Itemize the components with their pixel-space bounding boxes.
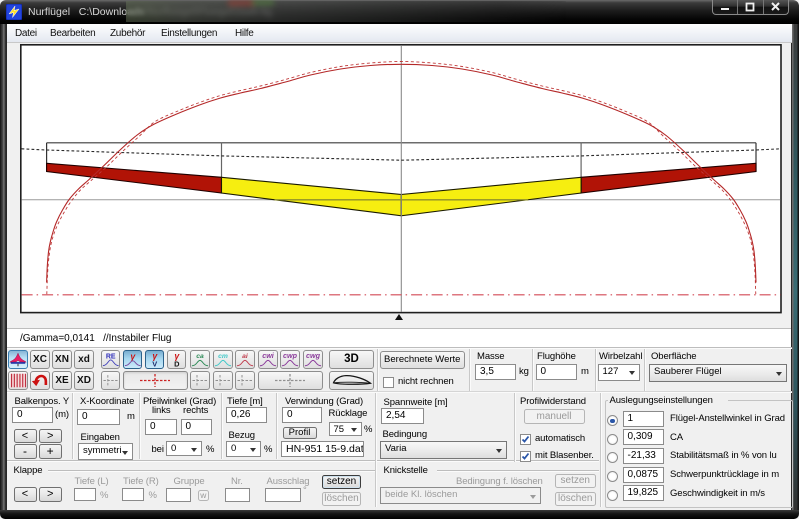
svg-text:γ: γ [130, 351, 136, 361]
svg-text:D: D [174, 359, 180, 368]
svg-text:ca: ca [196, 353, 204, 360]
svg-text:V: V [152, 359, 157, 368]
svg-text:cwp: cwp [283, 351, 298, 360]
svg-text:cwi: cwi [262, 351, 275, 360]
svg-text:cm: cm [218, 353, 228, 360]
svg-text:cwg: cwg [306, 351, 321, 360]
svg-text:ai: ai [242, 353, 248, 360]
